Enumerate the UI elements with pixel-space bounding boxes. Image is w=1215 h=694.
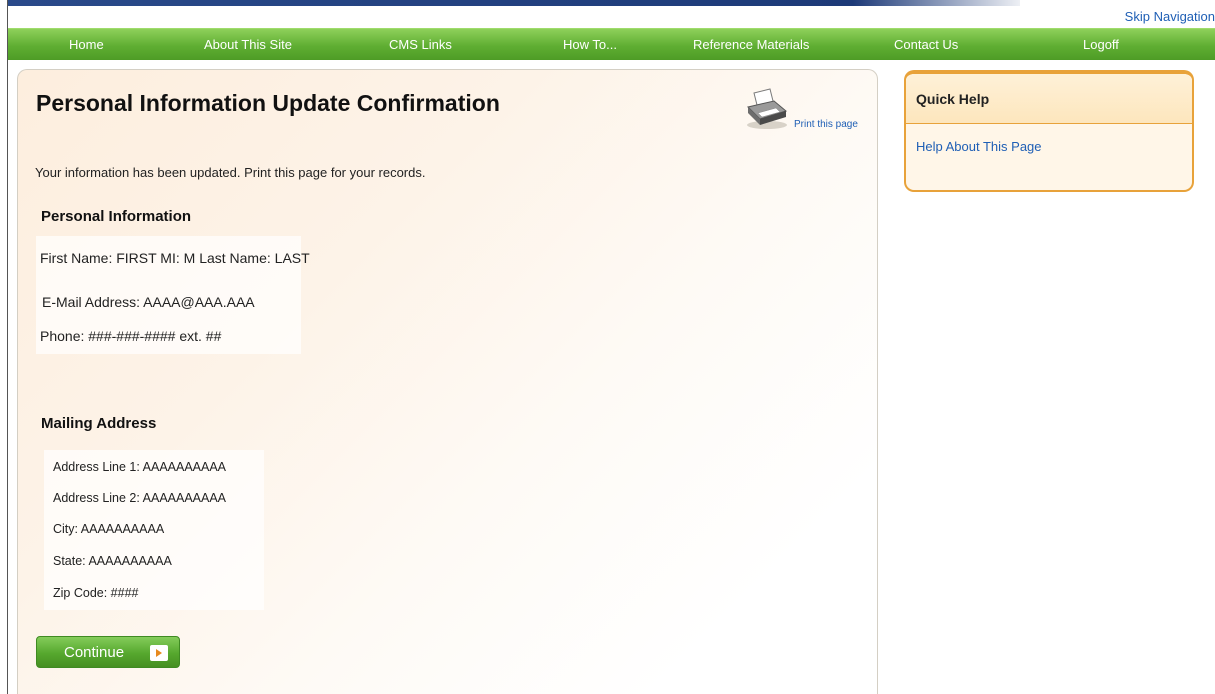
main-nav-bar: Home About This Site CMS Links How To...… [8,28,1215,60]
confirmation-message: Your information has been updated. Print… [35,165,426,180]
skip-navigation-link[interactable]: Skip Navigation [1125,9,1215,24]
nav-item-contact-us[interactable]: Contact Us [894,29,958,61]
quick-help-box: Quick Help Help About This Page [904,70,1194,192]
page-title: Personal Information Update Confirmation [36,90,500,116]
address-line-1: Address Line 1: AAAAAAAAAA [53,460,227,474]
phone-line: Phone: ###-###-#### ext. ## [40,328,222,344]
name-line: First Name: FIRST MI: M Last Name: LAST [40,250,310,266]
quick-help-header: Quick Help [906,74,1192,124]
email-line: E-Mail Address: AAAA@AAA.AAA [42,294,255,310]
continue-label: Continue [64,644,125,661]
content-panel: Personal Information Update Confirmation… [17,69,878,694]
zip-code-line: Zip Code: #### [53,586,139,600]
header-banner-gap [1020,0,1140,6]
personal-info-heading: Personal Information [41,208,192,225]
quick-help-title: Quick Help [916,91,990,107]
city-line: City: AAAAAAAAAA [53,522,165,536]
arrow-right-icon [150,645,168,661]
page-border [7,0,8,694]
nav-item-about-this-site[interactable]: About This Site [204,29,292,61]
mailing-address-heading: Mailing Address [41,415,157,432]
print-page-link[interactable]: Print this page [794,119,858,130]
help-about-this-page-link[interactable]: Help About This Page [916,139,1042,154]
nav-item-cms-links[interactable]: CMS Links [389,29,452,61]
address-line-2: Address Line 2: AAAAAAAAAA [53,491,227,505]
state-line: State: AAAAAAAAAA [53,554,172,568]
nav-item-logoff[interactable]: Logoff [1083,29,1119,61]
nav-item-home[interactable]: Home [69,29,104,61]
printer-icon[interactable] [744,87,790,131]
nav-item-how-to[interactable]: How To... [563,29,617,61]
continue-button[interactable]: Continue [36,636,180,668]
nav-item-reference-materials[interactable]: Reference Materials [693,29,809,61]
